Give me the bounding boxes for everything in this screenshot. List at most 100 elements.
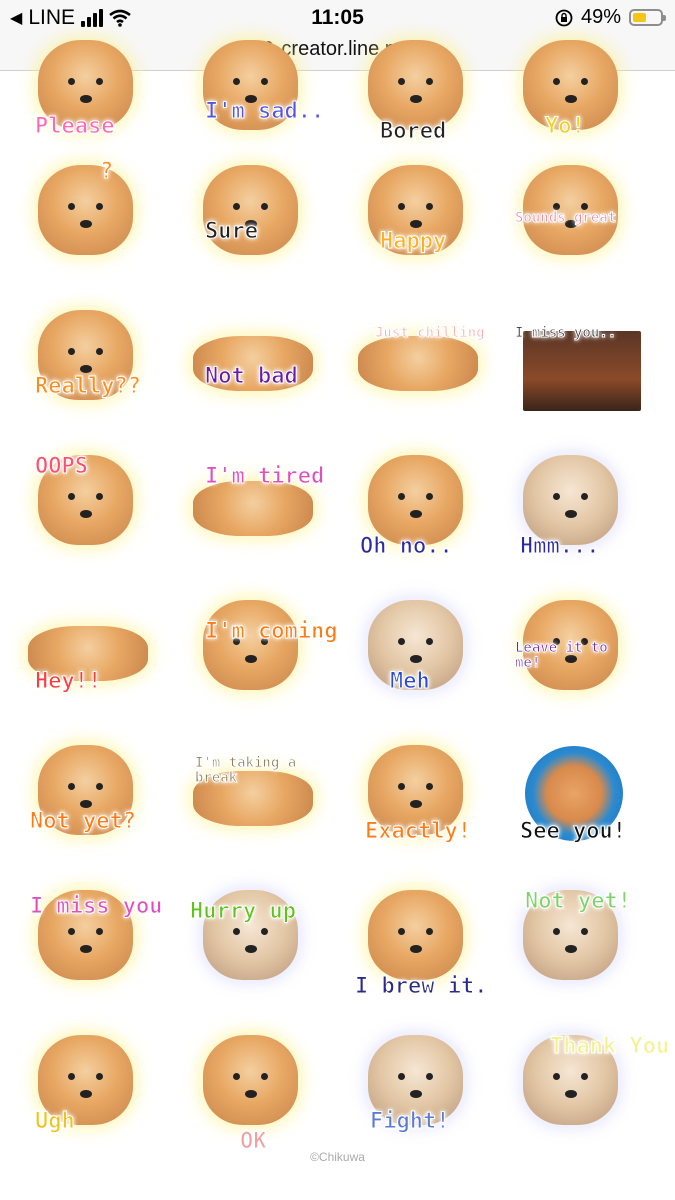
sticker-item[interactable]: Meh — [350, 586, 485, 711]
sticker-caption: Hey!! — [34, 669, 102, 694]
sticker-item[interactable]: Exactly! — [350, 731, 485, 856]
sticker-caption: ? — [99, 159, 114, 184]
sticker-item[interactable]: Fight! — [350, 1021, 485, 1146]
dog-eye — [68, 78, 75, 85]
dog-eye — [398, 638, 405, 645]
sticker-caption: OOPS — [35, 454, 89, 479]
sticker-item[interactable]: Oh no.. — [350, 441, 485, 566]
dog-eye — [233, 203, 240, 210]
dog-eye — [553, 493, 560, 500]
dog-nose — [80, 510, 92, 518]
sticker-item[interactable]: OK — [185, 1021, 320, 1153]
sticker-caption: Hmm... — [519, 534, 600, 559]
sticker-item[interactable]: Sounds great — [505, 151, 640, 276]
sticker-item[interactable]: Hmm... — [505, 441, 640, 566]
sticker-caption: Oh no.. — [360, 534, 454, 559]
dog-nose — [565, 95, 577, 103]
dog-nose — [80, 220, 92, 228]
sticker-caption: Thank You — [549, 1034, 670, 1059]
dog-eye — [233, 1073, 240, 1080]
sticker-item[interactable]: Really?? — [20, 296, 155, 421]
dog-eye — [426, 493, 433, 500]
sticker-item[interactable]: Not yet! — [505, 876, 640, 1001]
dog-nose — [410, 945, 422, 953]
shiba-dog-image — [203, 1035, 298, 1125]
sticker-item[interactable]: I'm coming — [185, 586, 338, 711]
dog-eye — [553, 928, 560, 935]
sticker-item[interactable]: Leave it to me! — [505, 586, 640, 711]
dog-nose — [245, 945, 257, 953]
sticker-item[interactable]: See you! — [505, 731, 640, 856]
sticker-item[interactable]: Happy — [350, 151, 485, 276]
dog-eye — [68, 493, 75, 500]
orientation-lock-icon — [555, 9, 573, 26]
sticker-item[interactable]: Ugh — [20, 1021, 155, 1146]
sticker-item[interactable]: Please — [20, 26, 155, 151]
sticker-caption: Sure — [205, 219, 259, 244]
sticker-item[interactable]: Hurry up — [185, 876, 320, 1001]
dog-eye — [96, 203, 103, 210]
sticker-caption: Exactly! — [365, 819, 472, 844]
dog-nose — [80, 95, 92, 103]
dog-eye — [261, 203, 268, 210]
sticker-item[interactable]: Not yet? — [20, 731, 155, 856]
dog-eye — [426, 783, 433, 790]
dog-nose — [410, 1090, 422, 1098]
shiba-dog-image — [193, 481, 313, 536]
dog-nose — [565, 945, 577, 953]
dog-eye — [261, 1073, 268, 1080]
sticker-item[interactable]: Just chilling — [350, 296, 485, 421]
sticker-item[interactable]: Hey!! — [20, 586, 155, 711]
sticker-item[interactable]: Yo! — [505, 26, 640, 151]
sticker-item[interactable]: Bored — [350, 26, 485, 151]
shiba-dog-image — [358, 336, 478, 391]
dog-nose — [80, 800, 92, 808]
sticker-item[interactable]: ? — [20, 151, 155, 276]
dog-eye — [581, 203, 588, 210]
copyright-footer: ©Chikuwa — [310, 1150, 365, 1164]
sticker-item[interactable]: OOPS — [20, 441, 155, 566]
dog-eye — [581, 928, 588, 935]
dog-eye — [398, 783, 405, 790]
sticker-caption: Sounds great — [515, 210, 617, 226]
dog-nose — [410, 220, 422, 228]
dog-nose — [245, 655, 257, 663]
dog-eye — [233, 928, 240, 935]
dog-nose — [80, 365, 92, 373]
dog-eye — [398, 78, 405, 85]
sticker-caption: Just chilling — [375, 325, 486, 341]
dog-eye — [398, 493, 405, 500]
sticker-item[interactable]: I'm tired — [185, 441, 325, 566]
dog-eye — [426, 203, 433, 210]
sticker-item[interactable]: I miss you.. — [505, 296, 641, 421]
sticker-item[interactable]: Not bad — [185, 296, 320, 421]
shiba-dog-image — [368, 455, 463, 545]
shiba-dog-image — [523, 455, 618, 545]
dog-eye — [398, 203, 405, 210]
sticker-caption: I'm sad.. — [204, 99, 325, 124]
dog-eye — [261, 78, 268, 85]
shiba-dog-image — [368, 40, 463, 130]
sticker-caption: See you! — [520, 819, 627, 844]
sticker-caption: Yo! — [545, 114, 586, 139]
sticker-item[interactable]: Sure — [185, 151, 320, 276]
sticker-caption: I'm coming — [204, 619, 338, 644]
shiba-dog-image — [203, 600, 298, 690]
sticker-caption: Meh — [390, 669, 431, 694]
dog-eye — [581, 78, 588, 85]
sticker-item[interactable]: I brew it. — [350, 876, 488, 1001]
sticker-item[interactable]: I'm sad.. — [185, 26, 325, 151]
dog-eye — [426, 78, 433, 85]
sticker-caption: Not yet? — [30, 809, 137, 834]
dog-eye — [261, 928, 268, 935]
dog-eye — [96, 928, 103, 935]
sticker-item[interactable]: I'm taking a break — [185, 731, 320, 856]
sticker-item[interactable]: Thank You — [505, 1021, 670, 1146]
sticker-caption: I miss you — [29, 894, 163, 919]
dog-eye — [426, 638, 433, 645]
dog-eye — [581, 1073, 588, 1080]
sticker-caption: Ugh — [35, 1109, 76, 1134]
sticker-item[interactable]: I miss you — [20, 876, 163, 1001]
sticker-caption: Fight! — [369, 1109, 450, 1134]
battery-icon — [629, 9, 666, 26]
